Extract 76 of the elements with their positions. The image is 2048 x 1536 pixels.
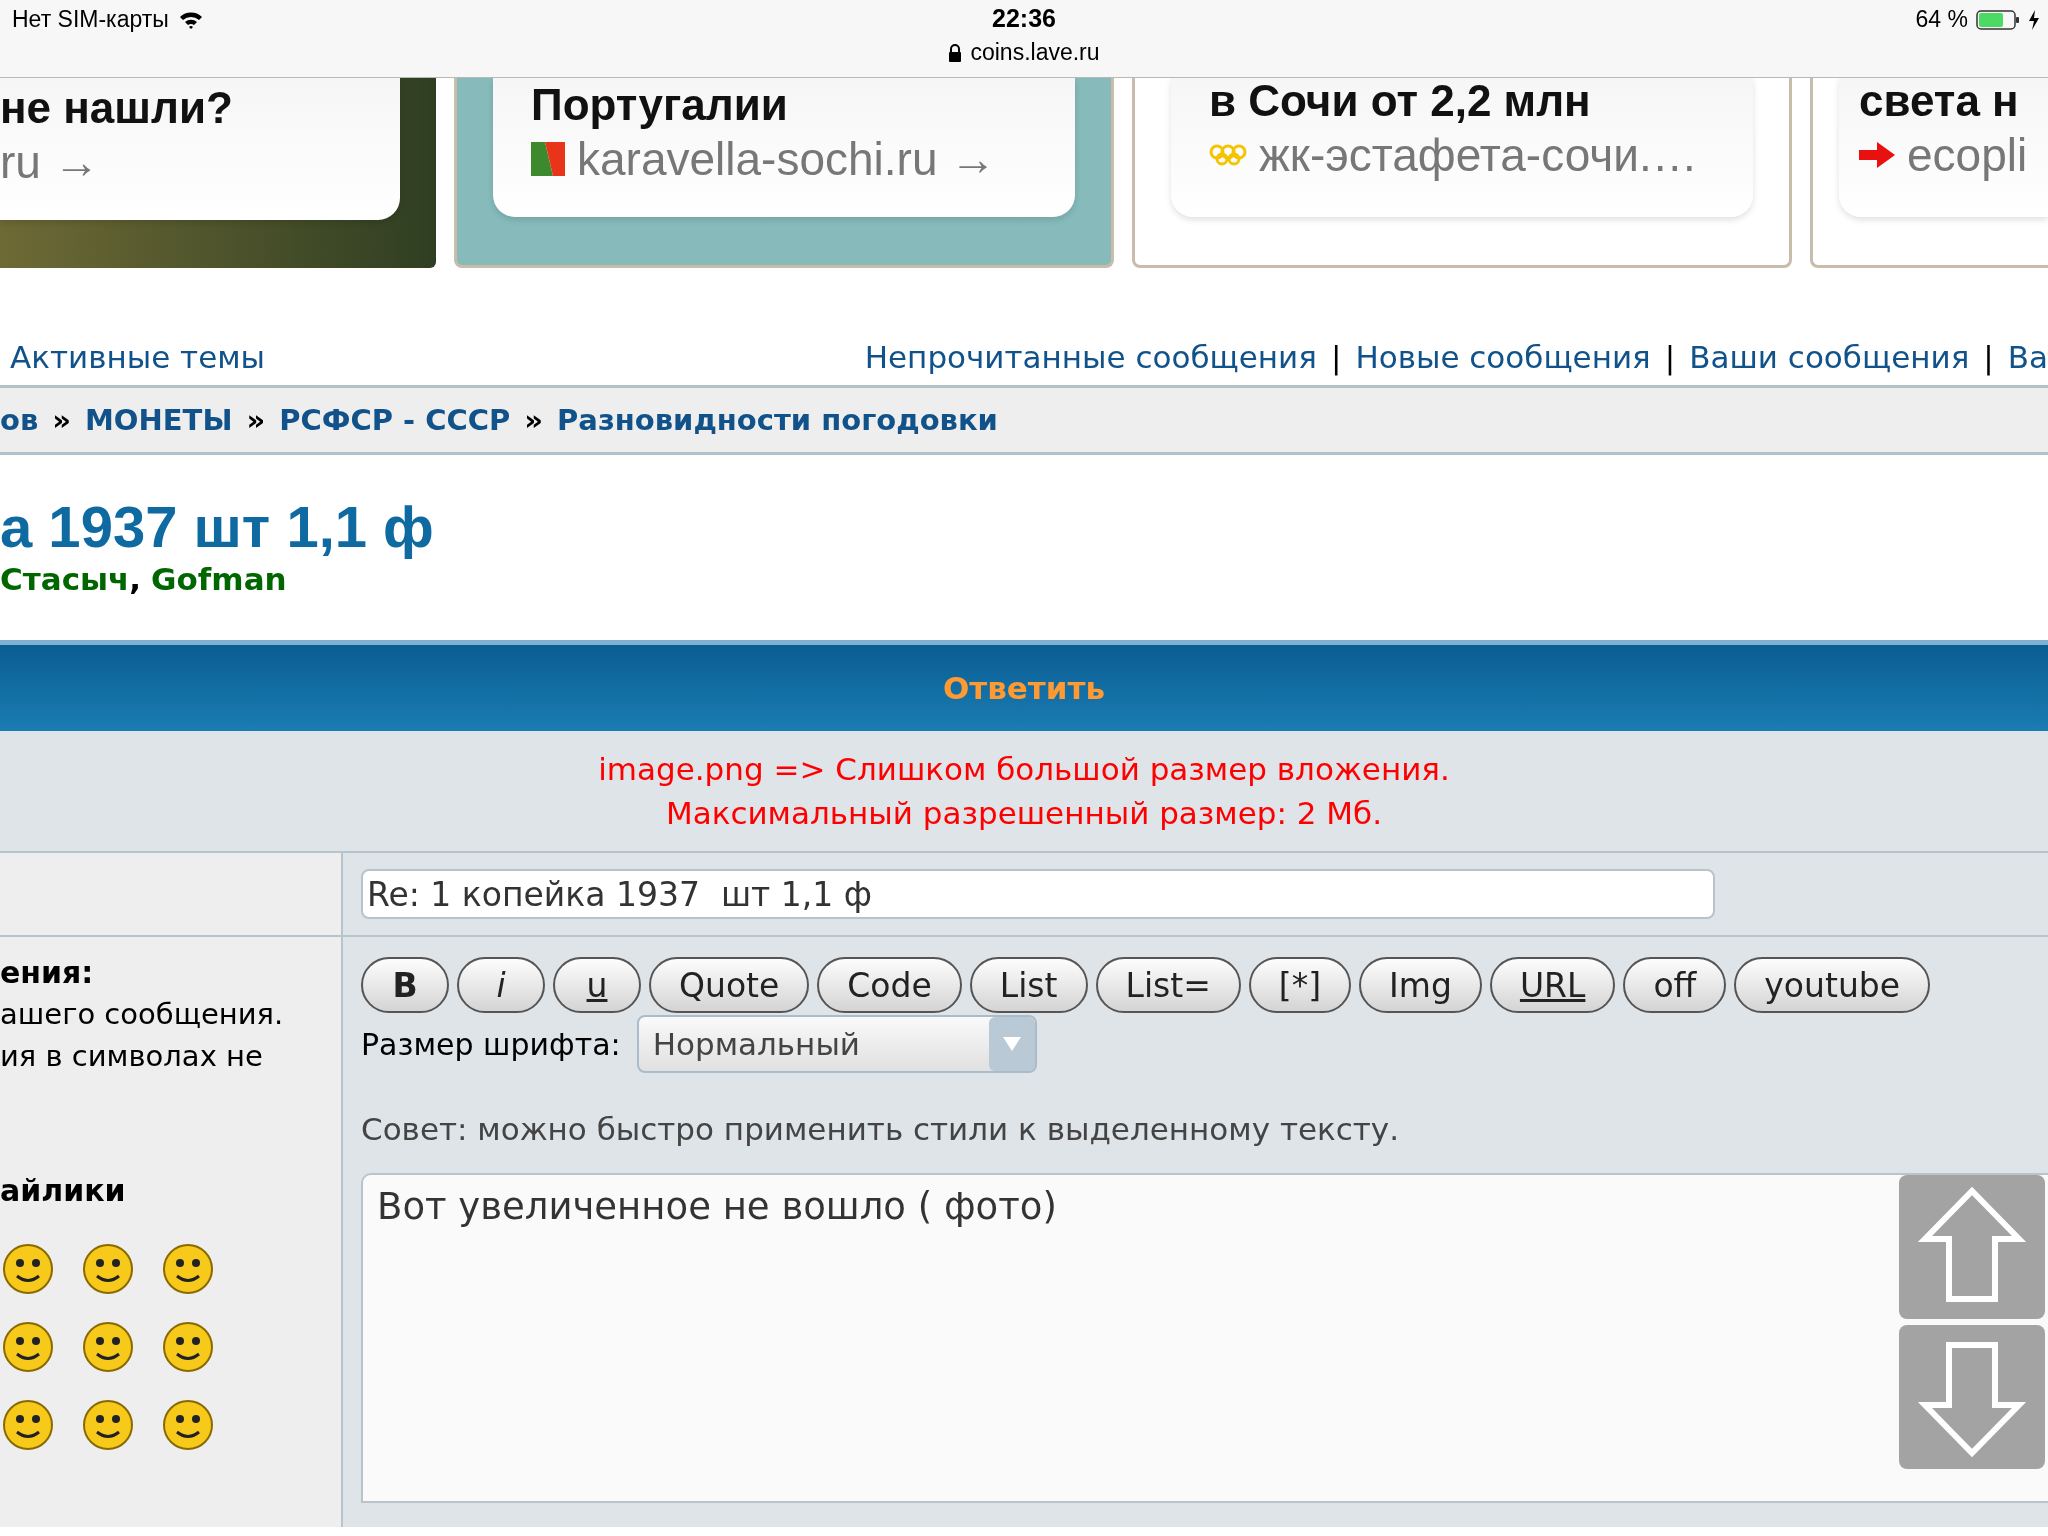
- smiley-icon[interactable]: [80, 1397, 136, 1453]
- charging-bolt-icon: [2028, 9, 2040, 30]
- smiley-icon[interactable]: [160, 1241, 216, 1297]
- topic-title[interactable]: а 1937 шт 1,1 ф: [0, 495, 2048, 559]
- ad-link[interactable]: ru →: [0, 134, 100, 190]
- format-button[interactable]: URL: [1489, 957, 1616, 1013]
- battery-icon: [1976, 9, 2020, 30]
- error-message: image.png => Слишком большой размер вложения.: [598, 751, 1450, 787]
- message-label: ения:: [0, 954, 95, 992]
- ad-card[interactable]: не нашли? ru →: [0, 78, 436, 268]
- smilies-label: айлики: [0, 1172, 127, 1210]
- nav-link[interactable]: Активные темы: [10, 339, 266, 375]
- battery-percent: 64 %: [1915, 6, 1968, 33]
- format-button[interactable]: u: [553, 957, 641, 1013]
- url-address[interactable]: coins.lave.ru: [970, 39, 1100, 66]
- message-hint: ашего сообщения.: [0, 996, 285, 1033]
- tip-text: Совет: можно быстро применить стили к выделенному тексту.: [361, 1111, 1401, 1147]
- breadcrumb-link[interactable]: МОНЕТЫ: [85, 403, 233, 437]
- format-button[interactable]: List: [969, 957, 1088, 1013]
- message-text: Вот увеличенное не вошло ( фото): [377, 1185, 1057, 1228]
- ad-card[interactable]: в Сочи от 2,2 млн жк-эстафета-сочи.…: [1132, 78, 1792, 268]
- format-button[interactable]: Code: [817, 957, 962, 1013]
- breadcrumb-link[interactable]: Разновидности погодовки: [557, 403, 998, 437]
- breadcrumb-link[interactable]: ов: [0, 403, 39, 437]
- font-size-select[interactable]: Нормальный: [636, 1015, 1037, 1073]
- clock-time: 22:36: [992, 4, 1056, 33]
- breadcrumb-separator: »: [524, 403, 544, 437]
- moderator-link[interactable]: Стасыч: [0, 561, 130, 597]
- ad-title: в Сочи от 2,2 млн: [1209, 78, 1592, 127]
- format-button[interactable]: List=: [1095, 957, 1241, 1013]
- ad-title: света н: [1859, 78, 2020, 127]
- ad-title: не нашли?: [0, 82, 234, 134]
- ad-card[interactable]: света н ecopli: [1810, 78, 2048, 268]
- smiley-icon[interactable]: [80, 1241, 136, 1297]
- carrier-label: Нет SIM-карты: [12, 6, 169, 33]
- breadcrumb-separator: »: [52, 403, 71, 437]
- breadcrumb-separator: »: [246, 403, 266, 437]
- ad-card[interactable]: Португалии karavella-sochi.ru →: [454, 78, 1114, 268]
- link-separator: |: [1983, 339, 1994, 375]
- wifi-icon: [178, 10, 203, 29]
- nav-link[interactable]: Ваши сообщения: [1689, 339, 1970, 375]
- smiley-icon[interactable]: [160, 1319, 216, 1375]
- format-button[interactable]: youtube: [1734, 957, 1931, 1013]
- arrow-icon: [1859, 142, 1895, 168]
- message-hint: ия в символах не: [0, 1038, 264, 1075]
- moderator-link[interactable]: Gofman: [151, 561, 287, 597]
- subject-field[interactable]: Re: 1 копейка 1937 шт 1,1 ф: [361, 869, 1715, 919]
- ad-link[interactable]: жк-эстафета-сочи.…: [1259, 127, 1698, 183]
- format-button[interactable]: B: [361, 957, 449, 1013]
- smiley-icon[interactable]: [160, 1397, 216, 1453]
- smiley-icon[interactable]: [0, 1319, 56, 1375]
- format-button[interactable]: Img: [1359, 957, 1482, 1013]
- square-logo-icon: [531, 142, 565, 176]
- format-button[interactable]: i: [457, 957, 545, 1013]
- smiley-icon[interactable]: [80, 1319, 136, 1375]
- font-size-label: Размер шрифта:: [361, 1026, 621, 1062]
- rings-icon: [1209, 144, 1247, 166]
- format-button[interactable]: Quote: [649, 957, 810, 1013]
- nav-link[interactable]: Непрочитанные сообщения: [864, 339, 1317, 375]
- link-separator: |: [1664, 339, 1676, 375]
- name-separator: ,: [129, 561, 142, 597]
- format-button[interactable]: off: [1623, 957, 1727, 1013]
- lock-icon: [948, 43, 963, 62]
- select-value: Нормальный: [652, 1026, 860, 1062]
- error-message: Максимальный разрешенный размер: 2 Мб.: [665, 795, 1383, 831]
- format-button[interactable]: [*]: [1248, 957, 1352, 1013]
- link-separator: |: [1330, 339, 1342, 375]
- ad-title: Португалии: [531, 79, 789, 131]
- nav-link[interactable]: Новые сообщения: [1355, 339, 1651, 375]
- ad-link[interactable]: karavella-sochi.ru →: [577, 131, 997, 187]
- nav-link[interactable]: Ва: [2007, 339, 2048, 375]
- smiley-icon[interactable]: [0, 1241, 56, 1297]
- smiley-icon[interactable]: [0, 1397, 56, 1453]
- ad-link[interactable]: ecopli: [1907, 127, 2028, 183]
- reply-header: Ответить: [0, 640, 2048, 731]
- breadcrumb-link[interactable]: РСФСР - СССР: [279, 403, 511, 437]
